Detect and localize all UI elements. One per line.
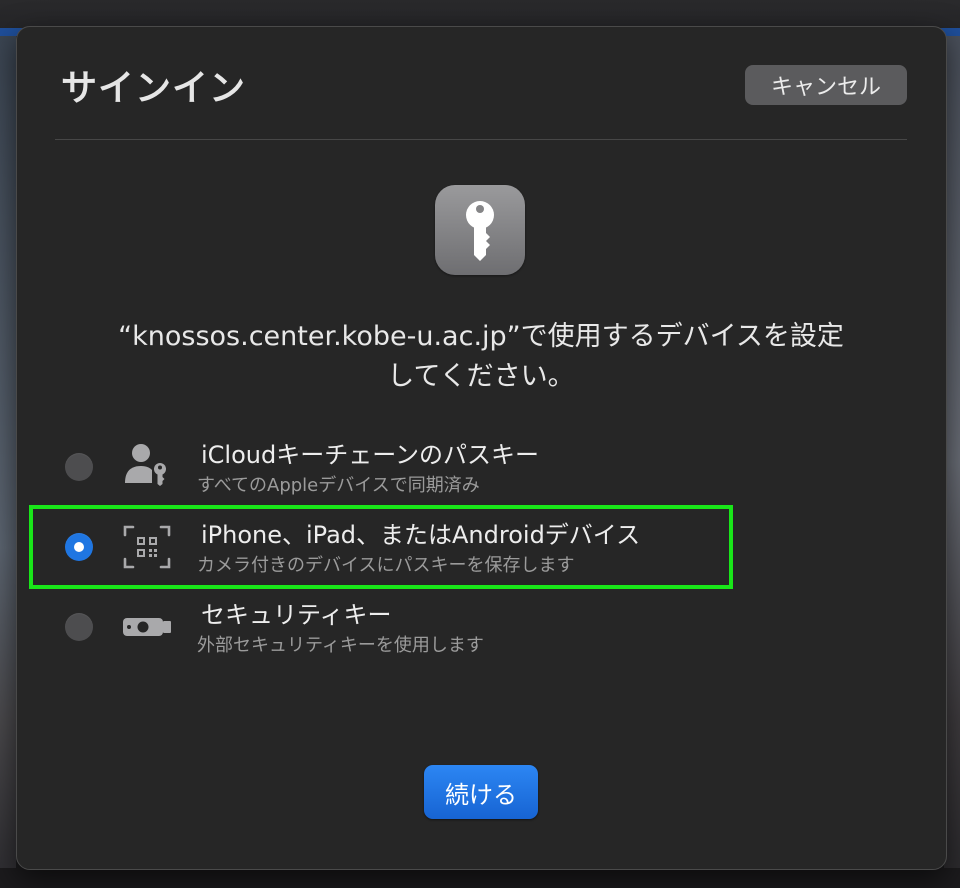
option-subtitle: すべてのAppleデバイスで同期済み [197,475,480,496]
option-phone-tablet-device[interactable]: iPhone、iPad、またはAndroidデバイス カメラ付きのデバイスにパス… [53,507,733,587]
dialog-title: サインイン [61,68,247,109]
desktop-background-left [0,36,16,888]
cancel-button[interactable]: キャンセル [745,65,907,105]
desktop-background-bottom [0,868,960,888]
option-title: セキュリティキー [201,601,392,629]
setup-message-line-1: “knossos.center.kobe-u.ac.jp”で使用するデバイスを設… [118,321,844,352]
usb-security-key-icon [119,599,175,655]
qr-code-scan-icon [119,519,175,575]
setup-message-line-2: してください。 [387,361,575,392]
key-icon [435,185,525,275]
radio-phone-tablet-device[interactable] [65,533,93,561]
continue-button[interactable]: 続ける [424,765,538,819]
radio-security-key[interactable] [65,613,93,641]
sign-in-sheet: サインイン キャンセル “knossos.center.kobe-u.ac.jp… [16,26,947,870]
option-icloud-keychain[interactable]: iCloudキーチェーンのパスキー すべてのAppleデバイスで同期済み [53,427,733,507]
option-subtitle: カメラ付きのデバイスにパスキーを保存します [197,555,575,576]
header-divider [55,139,907,140]
radio-icloud-keychain[interactable] [65,453,93,481]
setup-message: “knossos.center.kobe-u.ac.jp”で使用するデバイスを設… [57,317,905,397]
option-title: iCloudキーチェーンのパスキー [201,441,540,469]
option-subtitle: 外部セキュリティキーを使用します [197,635,484,656]
option-title: iPhone、iPad、またはAndroidデバイス [201,521,641,549]
option-security-key[interactable]: セキュリティキー 外部セキュリティキーを使用します [53,587,733,667]
person-key-icon [119,439,175,495]
